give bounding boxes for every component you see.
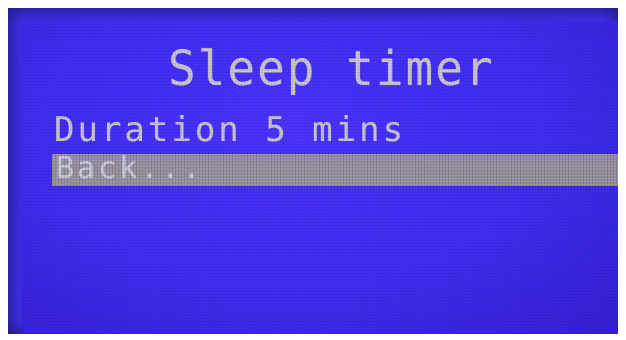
device-bezel: Sleep timer Duration 5 mins Back...: [0, 0, 626, 340]
screen-title: Sleep timer: [168, 40, 495, 97]
lcd-screen-frame: Sleep timer Duration 5 mins Back...: [8, 8, 618, 334]
menu-item-back[interactable]: Back...: [52, 151, 618, 186]
lcd-screen: Sleep timer Duration 5 mins Back...: [22, 22, 618, 334]
menu-item-duration[interactable]: Duration 5 mins: [54, 112, 406, 148]
menu-item-back-label: Back...: [56, 151, 204, 186]
